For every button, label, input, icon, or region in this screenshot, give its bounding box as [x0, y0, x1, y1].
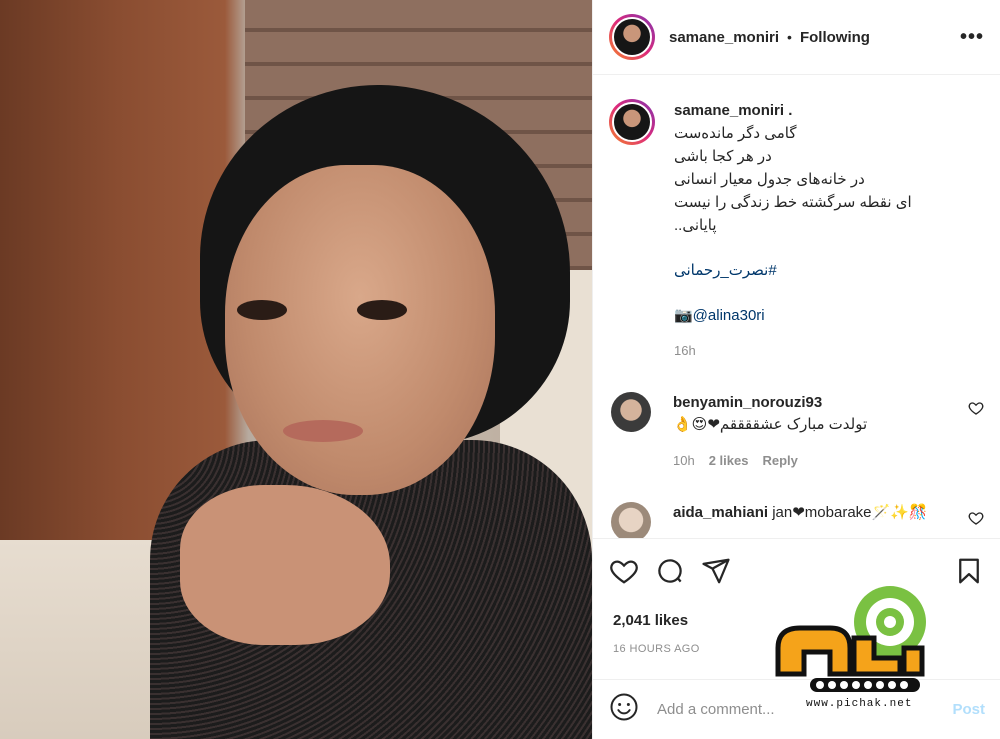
author-username[interactable]: samane_moniri: [669, 29, 779, 46]
comment-item: benyamin_norouzi93 تولدت مبارک عشققققم❤😍…: [609, 392, 984, 472]
comments-list[interactable]: samane_moniri . گامی دگر مانده‌ست در هر …: [593, 75, 1000, 538]
watermark-site: www.pichak.net: [806, 698, 913, 710]
author-avatar[interactable]: [609, 14, 655, 60]
left-eye: [237, 300, 287, 320]
comment-icon[interactable]: [655, 556, 685, 591]
face: [225, 165, 495, 495]
clasped-hands: [180, 485, 390, 645]
comment-likes[interactable]: 2 likes: [709, 450, 749, 472]
caption-username[interactable]: samane_moniri .: [674, 99, 974, 122]
caption-text: گامی دگر مانده‌ست در هر کجا باشی در خانه…: [674, 122, 974, 237]
caption-line: پایانی..: [674, 217, 717, 234]
post-header: samane_moniri • Following •••: [593, 0, 1000, 75]
comment-text: تولدت مبارک عشققققم❤😍👌: [673, 416, 868, 433]
hashtag-link[interactable]: #نصرت_رحمانی: [674, 259, 974, 282]
photographer-mention[interactable]: 📷@alina30ri: [674, 304, 974, 327]
share-icon[interactable]: [701, 556, 731, 591]
emoji-icon[interactable]: [609, 692, 639, 727]
like-comment-icon[interactable]: [968, 400, 984, 416]
comment-item: aida_mahiani jan❤mobarake🪄✨🎊: [609, 502, 984, 538]
comment-time[interactable]: 10h: [673, 450, 695, 472]
separator-dot: •: [787, 29, 792, 45]
caption-line: در خانه‌های جدول معیار انسانی: [674, 171, 865, 188]
following-button[interactable]: Following: [800, 29, 870, 46]
like-comment-icon[interactable]: [968, 510, 984, 526]
post-comment-button[interactable]: Post: [952, 701, 985, 718]
caption-line: ای نقطه سرگشته خط زندگی را نیست: [674, 194, 912, 211]
commenter-username[interactable]: aida_mahiani: [673, 504, 768, 521]
caption-time[interactable]: 16h: [674, 339, 974, 362]
like-icon[interactable]: [609, 556, 639, 591]
commenter-avatar[interactable]: [611, 502, 651, 538]
more-options-icon[interactable]: •••: [960, 26, 984, 49]
caption-line: گامی دگر مانده‌ست: [674, 125, 797, 142]
caption-line: در هر کجا باشی: [674, 148, 772, 165]
pichak-logo: [775, 586, 926, 692]
post-photo[interactable]: [0, 0, 592, 739]
reply-button[interactable]: Reply: [762, 450, 797, 472]
commenter-avatar[interactable]: [611, 392, 651, 432]
commenter-username[interactable]: benyamin_norouzi93: [673, 394, 822, 411]
right-eye: [357, 300, 407, 320]
caption-avatar[interactable]: [609, 99, 655, 145]
comment-text: jan❤mobarake🪄✨🎊: [772, 504, 928, 521]
caption: samane_moniri . گامی دگر مانده‌ست در هر …: [609, 99, 984, 362]
lips: [283, 420, 363, 442]
save-bookmark-icon[interactable]: [954, 556, 984, 591]
